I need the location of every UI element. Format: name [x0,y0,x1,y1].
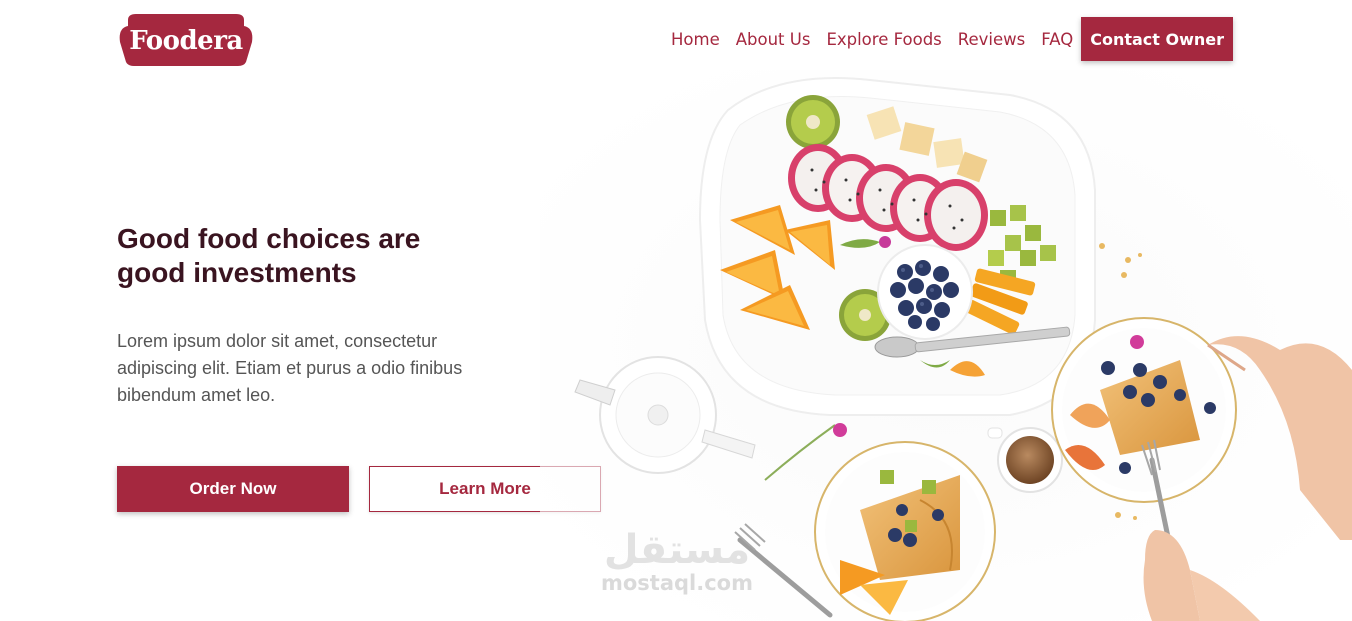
hero-title: Good food choices are good investments [117,223,421,288]
hero-description: Lorem ipsum dolor sit amet, consectetur … [117,331,463,405]
nav-link-home[interactable]: Home [671,30,720,49]
main-nav: Home About Us Explore Foods Reviews FAQ … [671,17,1233,61]
brand-logo[interactable]: Foodera [118,12,254,67]
watermark-arabic-text: مستقل [603,527,751,573]
nav-link-reviews[interactable]: Reviews [958,30,1025,49]
nav-link-explore-foods[interactable]: Explore Foods [826,30,941,49]
landing-page: Foodera Home About Us Explore Foods Revi… [0,0,1352,621]
nav-link-about-us[interactable]: About Us [736,30,811,49]
fruit-platter [698,77,1096,416]
contact-owner-button[interactable]: Contact Owner [1081,17,1233,61]
nav-link-faq[interactable]: FAQ [1041,30,1073,49]
brand-name: Foodera [129,26,243,56]
order-now-button[interactable]: Order Now [117,466,349,512]
mostaql-watermark: مستقل mostaql.com [592,528,762,594]
watermark-latin-text: mostaql.com [601,571,753,595]
crepe-plate-bottom [814,441,996,621]
